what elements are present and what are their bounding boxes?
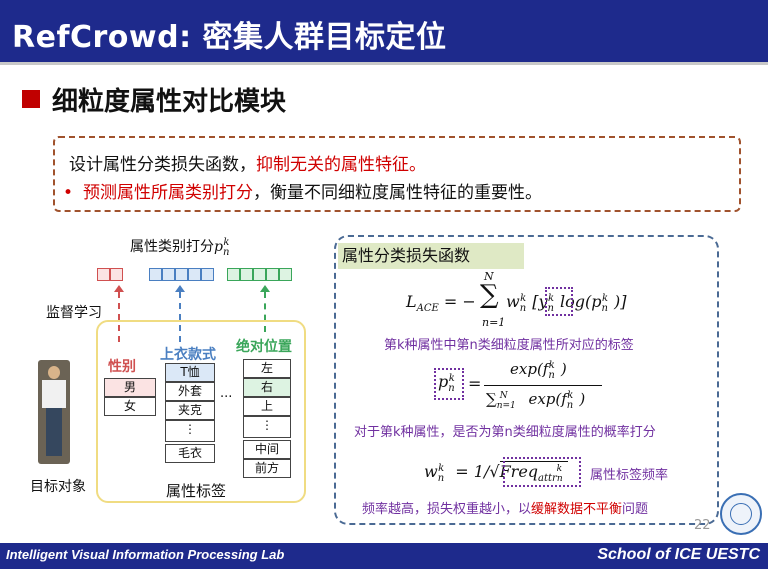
prob-denominator: ∑n=1N exp(fnk) <box>486 390 586 411</box>
score-symbol: p <box>214 239 223 255</box>
target-person-image <box>38 360 70 464</box>
position-value: 左 <box>243 359 291 378</box>
score-cube <box>175 268 188 281</box>
university-seal-icon <box>720 493 762 535</box>
score-cube <box>279 268 292 281</box>
bottom-note-end: 问题 <box>622 502 649 517</box>
loss-sum-bottom: n=1 <box>482 316 506 329</box>
position-value: 右 <box>243 378 291 397</box>
prob-equals: = <box>468 374 482 393</box>
position-value: 中间 <box>243 440 291 459</box>
target-label: 目标对象 <box>30 479 86 495</box>
blue-arrow-head-icon <box>175 285 185 292</box>
loss-formula-lhs: LACE = − <box>406 292 476 315</box>
attribute-label-caption: 属性标签 <box>166 482 227 500</box>
section-title: 细粒度属性对比模块 <box>52 86 287 117</box>
person-legs <box>46 408 62 456</box>
score-cube <box>201 268 214 281</box>
score-cube <box>149 268 162 281</box>
person-shirt <box>42 380 66 408</box>
label-highlight-box <box>545 287 573 316</box>
bottom-note-text: 频率越高，损失权重越小，以 <box>362 502 532 517</box>
clothes-value: 夹克 <box>165 401 215 420</box>
score-cube <box>188 268 201 281</box>
fraction-bar <box>484 385 602 386</box>
score-cube <box>240 268 253 281</box>
section-heading: 细粒度属性对比模块 <box>22 84 286 117</box>
ellipsis: ... <box>220 386 233 401</box>
summary-line-2-text: ，衡量不同细粒度属性特征的重要性。 <box>253 183 543 203</box>
position-value: 前方 <box>243 459 291 478</box>
clothes-value: ⋮ <box>165 420 215 442</box>
clothes-value: T恤 <box>165 363 215 382</box>
summary-line-1-highlight: 抑制无关的属性特征。 <box>256 155 426 175</box>
loss-note: 第k种属性中第n类细粒度属性所对应的标签 <box>384 338 634 353</box>
gender-category: 性别 <box>108 359 136 375</box>
slide-title: RefCrowd: 密集人群目标定位 <box>12 20 447 55</box>
summary-line-2: • 预测属性所属类别打分，衡量不同细粒度属性特征的重要性。 <box>63 178 542 203</box>
title-divider <box>0 62 768 65</box>
score-cube <box>110 268 123 281</box>
prob-formula-lhs: pnk <box>438 372 455 395</box>
score-cube <box>253 268 266 281</box>
score-label-text: 属性类别打分 <box>130 239 214 255</box>
summary-box: 设计属性分类损失函数，抑制无关的属性特征。 • 预测属性所属类别打分，衡量不同细粒… <box>53 136 741 212</box>
title-bar: RefCrowd: 密集人群目标定位 <box>0 0 768 62</box>
position-value: 上 <box>243 397 291 416</box>
footer-school-name: School of ICE UESTC <box>597 546 760 563</box>
clothes-value: 外套 <box>165 382 215 401</box>
green-arrow-head-icon <box>260 285 270 292</box>
sum-icon: ∑ <box>480 280 499 310</box>
summary-line-1: 设计属性分类损失函数，抑制无关的属性特征。 <box>69 150 426 175</box>
seal-inner <box>730 503 752 525</box>
page-number: 22 <box>694 518 711 533</box>
supervised-label: 监督学习 <box>46 305 102 321</box>
red-arrow-head-icon <box>114 285 124 292</box>
formula-panel-heading: 属性分类损失函数 <box>338 243 524 269</box>
score-cube <box>266 268 279 281</box>
prob-numerator: exp(fnk) <box>510 360 567 381</box>
gender-value: 男 <box>104 378 156 397</box>
prob-note: 对于第k种属性，是否为第n类细粒度属性的概率打分 <box>354 425 656 440</box>
score-cube <box>162 268 175 281</box>
clothes-value: 毛衣 <box>165 444 215 463</box>
score-cube <box>97 268 110 281</box>
summary-line-1-text: 设计属性分类损失函数， <box>69 155 256 175</box>
score-sup: k <box>223 237 230 249</box>
position-value: ⋮ <box>243 416 291 438</box>
red-square-bullet-icon <box>22 90 40 108</box>
clothes-category: 上衣款式 <box>160 347 216 363</box>
score-label: 属性类别打分pnk <box>130 236 235 258</box>
bottom-note-highlight: 缓解数据不平衡 <box>531 502 623 517</box>
frequency-highlight-box <box>503 457 581 487</box>
score-sub: n <box>222 246 230 258</box>
position-category: 绝对位置 <box>236 339 292 355</box>
gender-value: 女 <box>104 397 156 416</box>
summary-line-2-highlight: 预测属性所属类别打分 <box>83 183 254 203</box>
weight-note: 属性标签频率 <box>590 468 669 483</box>
person-head <box>48 366 60 379</box>
footer-bar: Intelligent Visual Information Processin… <box>0 543 768 569</box>
score-cube <box>227 268 240 281</box>
bottom-note: 频率越高，损失权重越小，以缓解数据不平衡问题 <box>362 498 648 517</box>
footer-lab-name: Intelligent Visual Information Processin… <box>6 547 285 562</box>
bullet-icon: • <box>63 183 74 203</box>
